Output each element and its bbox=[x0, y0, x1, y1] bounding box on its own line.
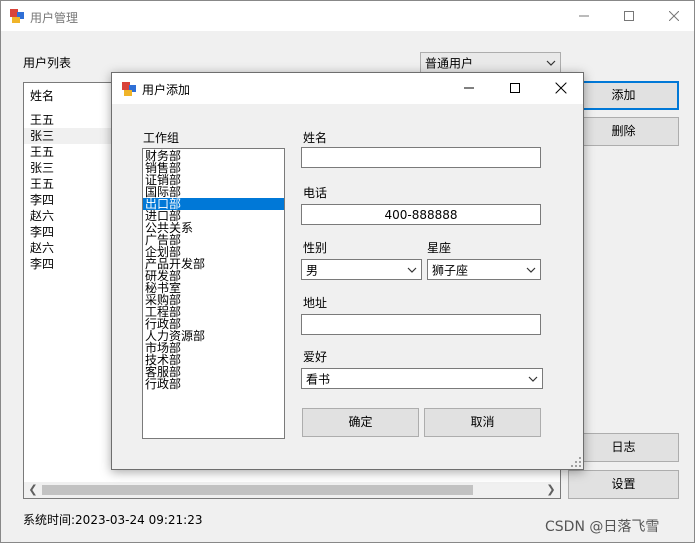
address-input[interactable] bbox=[301, 314, 541, 335]
workgroup-label: 工作组 bbox=[143, 131, 180, 145]
maximize-icon bbox=[623, 11, 634, 21]
phone-input[interactable]: 400-888888 bbox=[301, 204, 541, 225]
close-icon bbox=[555, 82, 566, 94]
hobby-select[interactable]: 看书 bbox=[301, 368, 543, 389]
dialog-maximize-button[interactable] bbox=[492, 73, 537, 103]
delete-button[interactable]: 删除 bbox=[568, 117, 679, 146]
gender-value: 男 bbox=[306, 263, 319, 277]
settings-button[interactable]: 设置 bbox=[568, 470, 679, 499]
phone-input-value: 400-888888 bbox=[384, 207, 458, 222]
main-window-title: 用户管理 bbox=[30, 11, 79, 25]
close-button[interactable] bbox=[651, 1, 695, 31]
main-titlebar[interactable]: 用户管理 bbox=[1, 1, 694, 31]
ok-button[interactable]: 确定 bbox=[302, 408, 419, 437]
user-add-dialog: 用户添加 工作组 财务部 销售部 证销部 国际部 出口部 进口部 公共关系 广告部 企划部 产品开… bbox=[111, 72, 584, 470]
minimize-icon bbox=[578, 15, 589, 17]
dialog-titlebar[interactable]: 用户添加 bbox=[112, 73, 583, 104]
gender-label: 性别 bbox=[303, 241, 328, 255]
add-button[interactable]: 添加 bbox=[568, 81, 679, 110]
maximize-icon bbox=[509, 83, 520, 93]
name-input[interactable] bbox=[301, 147, 541, 168]
dialog-title: 用户添加 bbox=[142, 83, 191, 97]
watermark: CSDN @日落飞雪 bbox=[545, 519, 660, 535]
hobby-label: 爱好 bbox=[303, 350, 328, 364]
scroll-right-icon[interactable]: ❯ bbox=[544, 483, 558, 497]
zodiac-select[interactable]: 狮子座 bbox=[427, 259, 541, 280]
user-type-select[interactable]: 普通用户 bbox=[420, 52, 561, 73]
close-icon bbox=[668, 11, 679, 21]
scrollbar-thumb[interactable] bbox=[42, 485, 473, 495]
phone-label: 电话 bbox=[303, 186, 328, 200]
gender-select[interactable]: 男 bbox=[301, 259, 422, 280]
department-list[interactable]: 财务部 销售部 证销部 国际部 出口部 进口部 公共关系 广告部 企划部 产品开发部 研发部 秘书室采… bbox=[142, 148, 285, 439]
resize-grip-icon[interactable] bbox=[571, 457, 581, 467]
cancel-button[interactable]: 取消 bbox=[424, 408, 541, 437]
horizontal-scrollbar[interactable]: ❮ ❯ bbox=[24, 482, 560, 498]
department-item[interactable]: 行政部 bbox=[143, 378, 284, 390]
dialog-close-button[interactable] bbox=[538, 73, 583, 103]
department-rows: 财务部 销售部 证销部 国际部 出口部 进口部 公共关系 广告部 企划部 产品开发部 研发部 秘书室采… bbox=[143, 150, 284, 390]
zodiac-label: 星座 bbox=[427, 241, 452, 255]
chevron-down-icon bbox=[526, 267, 536, 273]
scroll-left-icon[interactable]: ❮ bbox=[26, 483, 40, 497]
app-icon bbox=[10, 9, 24, 23]
minimize-button[interactable] bbox=[561, 1, 606, 31]
chevron-down-icon bbox=[528, 376, 538, 382]
name-label: 姓名 bbox=[303, 131, 328, 145]
dialog-app-icon bbox=[122, 82, 136, 96]
chevron-down-icon bbox=[546, 60, 556, 66]
dialog-minimize-button[interactable] bbox=[446, 73, 491, 103]
user-type-value: 普通用户 bbox=[425, 56, 474, 70]
log-button[interactable]: 日志 bbox=[568, 433, 679, 462]
maximize-button[interactable] bbox=[606, 1, 651, 31]
address-label: 地址 bbox=[303, 296, 328, 310]
system-time: 系统时间:2023-03-24 09:21:23 bbox=[23, 513, 203, 527]
zodiac-value: 狮子座 bbox=[432, 263, 469, 277]
chevron-down-icon bbox=[407, 267, 417, 273]
minimize-icon bbox=[463, 87, 474, 89]
user-list-label: 用户列表 bbox=[23, 56, 72, 70]
hobby-value: 看书 bbox=[306, 372, 331, 386]
